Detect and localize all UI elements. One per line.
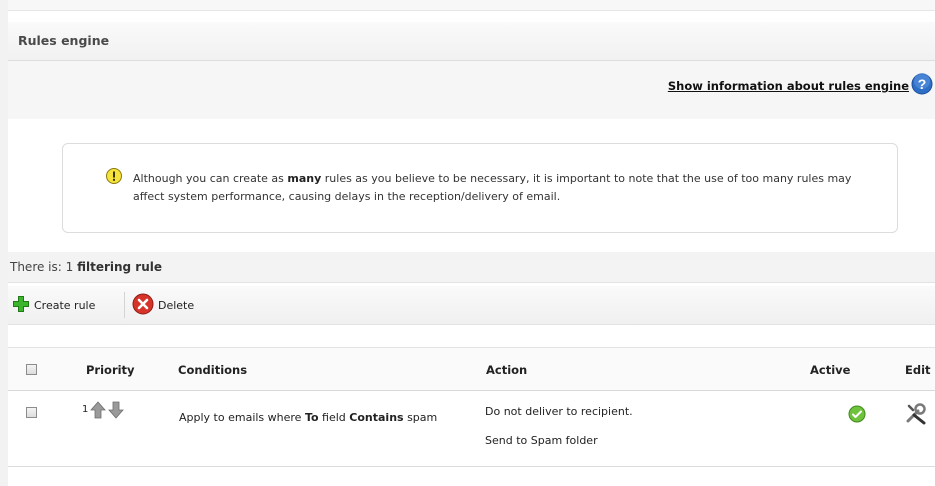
show-info-link[interactable]: Show information about rules engine	[668, 79, 909, 93]
rule-conditions: Apply to emails where To field Contains …	[179, 411, 438, 424]
priority-value: 1	[82, 404, 89, 415]
rule-count: There is: 1 filtering rule	[10, 260, 163, 274]
priority-up-icon[interactable]	[90, 401, 106, 422]
priority-down-icon[interactable]	[108, 401, 124, 422]
delete-button[interactable]: Delete	[132, 293, 195, 318]
delete-icon	[132, 293, 158, 318]
select-all-checkbox[interactable]	[26, 364, 37, 375]
page-title: Rules engine	[18, 33, 110, 48]
help-icon[interactable]: ?	[911, 73, 933, 95]
top-strip	[8, 0, 935, 11]
toolbar-divider	[124, 292, 125, 318]
create-rule-label: Create rule	[34, 298, 96, 312]
rule-action-1: Do not deliver to recipient.	[485, 405, 633, 418]
notice-text: Although you can create as many rules as…	[133, 172, 852, 203]
col-priority[interactable]: Priority	[86, 363, 135, 377]
col-action[interactable]: Action	[486, 363, 527, 377]
left-edge	[0, 0, 8, 486]
warning-icon	[106, 168, 122, 184]
rule-action-2: Send to Spam folder	[485, 434, 598, 447]
col-conditions[interactable]: Conditions	[178, 363, 247, 377]
delete-label: Delete	[158, 298, 195, 312]
create-rule-button[interactable]: Create rule	[12, 295, 95, 315]
active-check-icon[interactable]	[848, 405, 866, 426]
edit-wrench-icon[interactable]	[904, 401, 928, 428]
table-header: Priority Conditions Action Active Edit	[8, 347, 935, 391]
section-header: Rules engine	[8, 22, 935, 61]
rules-table: Priority Conditions Action Active Edit 1…	[8, 347, 935, 467]
plus-icon	[12, 295, 34, 316]
table-row: 1 Apply to emails where To field Contain…	[8, 391, 935, 467]
info-band: Show information about rules engine ?	[8, 61, 935, 119]
col-active[interactable]: Active	[810, 363, 850, 377]
toolbar: Create rule Delete	[8, 286, 935, 325]
rule-count-bar: There is: 1 filtering rule	[8, 252, 935, 283]
warning-notice: Although you can create as many rules as…	[62, 143, 898, 233]
notice-bold: many	[287, 172, 322, 185]
svg-text:?: ?	[918, 76, 927, 92]
row-checkbox[interactable]	[26, 407, 37, 418]
col-edit[interactable]: Edit	[905, 363, 931, 377]
